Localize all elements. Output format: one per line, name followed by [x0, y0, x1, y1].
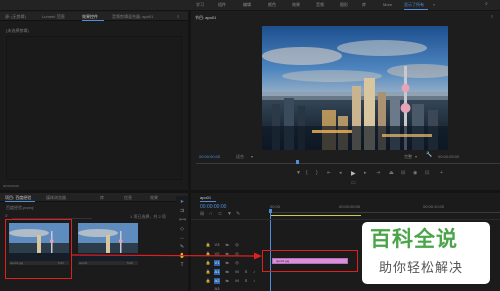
watermark-title: 百科全说 — [370, 228, 458, 251]
watermark-subtitle: 助你轻松解决 — [379, 260, 464, 275]
watermark: 百科全说 助你轻松解决 — [362, 222, 490, 284]
